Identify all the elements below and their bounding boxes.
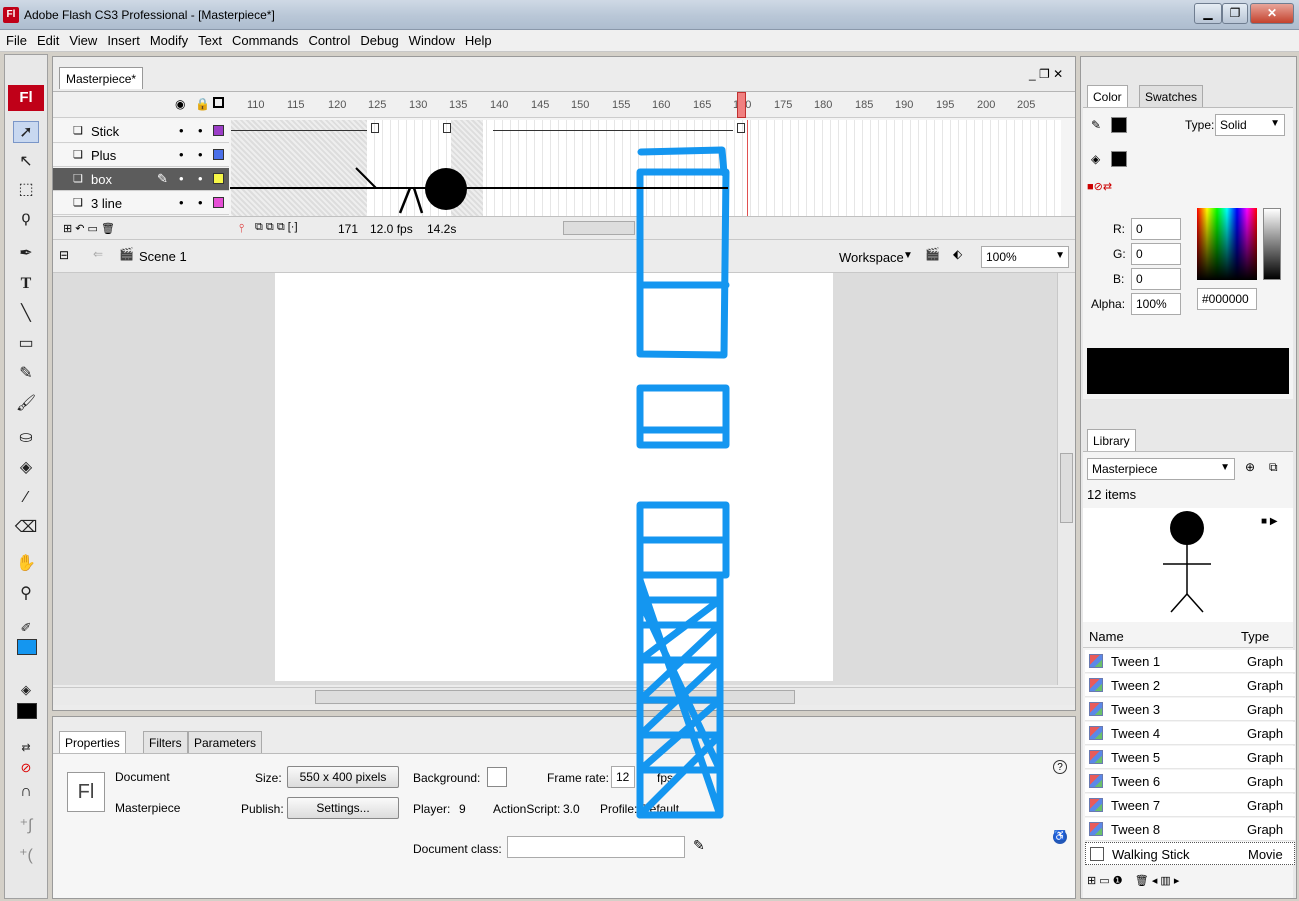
drawing-overlay <box>230 146 730 819</box>
blue-stroke-drawing <box>636 146 730 819</box>
